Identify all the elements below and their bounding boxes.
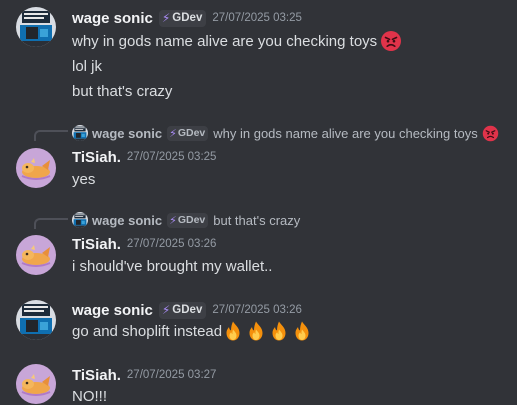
message-text: go and shoplift instead [72,322,223,340]
reply-username[interactable]: wage sonic [92,213,162,228]
message-line: but that's crazy [72,80,172,102]
avatar [72,125,88,141]
tag-label: GDev [177,214,206,226]
message-header: wage sonic ⚡ GDev 27/07/2025 03:26 [72,300,302,320]
server-tag[interactable]: ⚡ GDev [158,301,207,319]
reply-username[interactable]: wage sonic [92,126,162,141]
lightning-bolt-icon: ⚡ [169,214,177,227]
message-line: why in gods name alive are you checking … [72,30,402,52]
fire-icon[interactable] [245,320,267,342]
message-text: i should've brought my wallet.. [72,257,273,275]
message-text: NO!!! [72,387,108,405]
avatar[interactable] [16,300,56,340]
timestamp[interactable]: 27/07/2025 03:25 [212,12,302,24]
angry-face-icon [482,125,499,142]
reply-connector [34,130,68,141]
avatar[interactable] [16,364,56,404]
server-tag: ⚡ GDev [167,125,209,141]
lightning-bolt-icon: ⚡ [161,303,171,317]
tag-label: GDev [172,12,203,24]
timestamp[interactable]: 27/07/2025 03:26 [127,238,217,250]
message-line: lol jk [72,55,102,77]
message-text: yes [72,170,96,188]
angry-face-icon[interactable] [380,30,402,52]
reply-connector [34,218,68,229]
timestamp[interactable]: 27/07/2025 03:25 [127,151,217,163]
fire-icon[interactable] [268,320,290,342]
server-tag[interactable]: ⚡ GDev [158,9,207,27]
tag-label: GDev [177,127,206,139]
message-header: TiSiah. 27/07/2025 03:26 [72,234,216,254]
username[interactable]: wage sonic [72,10,153,27]
avatar[interactable] [16,7,56,47]
fire-icon[interactable] [222,320,244,342]
message-line: yes [72,168,95,190]
timestamp[interactable]: 27/07/2025 03:26 [212,304,302,316]
lightning-bolt-icon: ⚡ [161,11,171,25]
message-text: but that's crazy [72,82,173,100]
reply-text: why in gods name alive are you checking … [213,125,478,141]
server-tag: ⚡ GDev [167,212,209,228]
lightning-bolt-icon: ⚡ [169,127,177,140]
reply-preview[interactable]: wage sonic ⚡ GDev why in gods name alive… [72,124,499,142]
fire-icon[interactable] [291,320,313,342]
avatar[interactable] [16,148,56,188]
message-text: lol jk [72,57,103,75]
username[interactable]: TiSiah. [72,149,121,166]
message-line: NO!!! [72,385,107,405]
avatar [72,212,88,228]
tag-label: GDev [172,304,203,316]
message-header: TiSiah. 27/07/2025 03:27 [72,365,216,385]
message-line: go and shoplift instead [72,320,314,342]
message-text: why in gods name alive are you checking … [72,32,378,50]
reply-text: but that's crazy [213,212,301,228]
username[interactable]: wage sonic [72,302,153,319]
message-line: i should've brought my wallet.. [72,255,272,277]
username[interactable]: TiSiah. [72,236,121,253]
reply-preview[interactable]: wage sonic ⚡ GDev but that's crazy [72,211,300,229]
message-header: wage sonic ⚡ GDev 27/07/2025 03:25 [72,8,302,28]
username[interactable]: TiSiah. [72,367,121,384]
message-header: TiSiah. 27/07/2025 03:25 [72,147,216,167]
avatar[interactable] [16,235,56,275]
timestamp[interactable]: 27/07/2025 03:27 [127,369,217,381]
